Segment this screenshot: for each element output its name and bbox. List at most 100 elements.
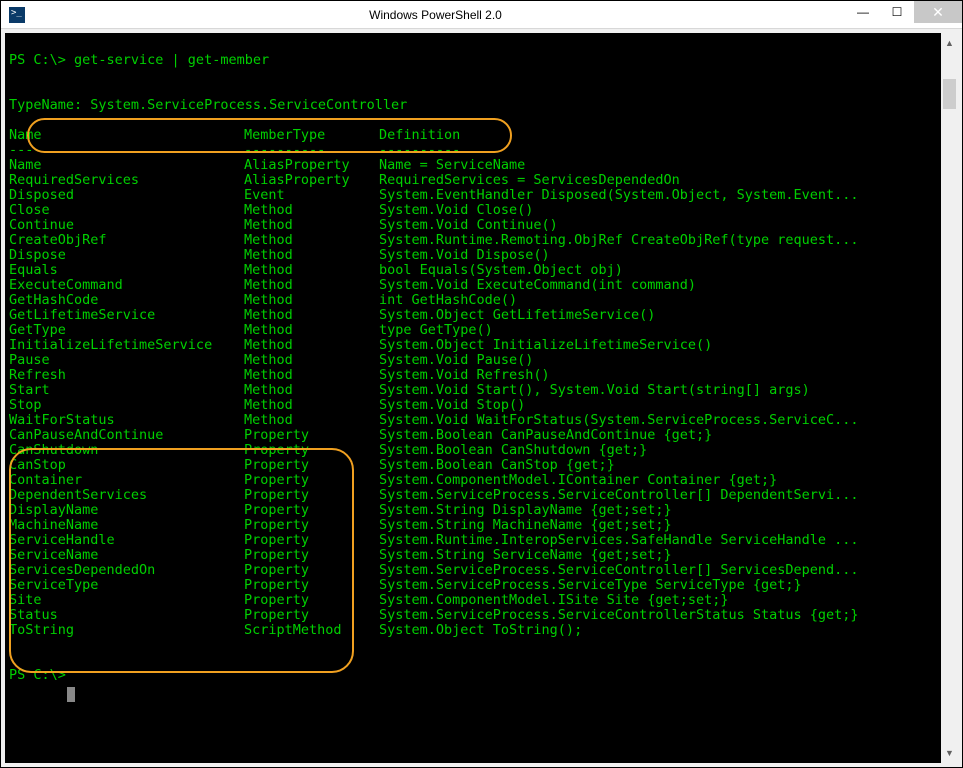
member-type: AliasProperty: [244, 173, 379, 188]
member-definition: System.Object ToString();: [379, 622, 582, 638]
scroll-up-arrow-icon[interactable]: ▲: [941, 33, 958, 53]
table-row: DependentServicesPropertySystem.ServiceP…: [5, 488, 941, 503]
terminal-output[interactable]: PS C:\> get-service | get-member TypeNam…: [5, 33, 941, 763]
member-type: Property: [244, 428, 379, 443]
table-row: StopMethodSystem.Void Stop(): [5, 398, 941, 413]
command-line: PS C:\> get-service | get-member: [5, 53, 941, 68]
member-definition: bool Equals(System.Object obj): [379, 262, 623, 278]
member-definition: System.Boolean CanShutdown {get;}: [379, 442, 647, 458]
member-definition: System.Boolean CanStop {get;}: [379, 457, 615, 473]
member-name: RequiredServices: [9, 173, 244, 188]
table-row: MachineNamePropertySystem.String Machine…: [5, 518, 941, 533]
member-type: Method: [244, 338, 379, 353]
member-name: InitializeLifetimeService: [9, 338, 244, 353]
table-row: CanShutdownPropertySystem.Boolean CanShu…: [5, 443, 941, 458]
table-row: WaitForStatusMethodSystem.Void WaitForSt…: [5, 413, 941, 428]
scroll-track[interactable]: [941, 53, 958, 743]
minimize-button[interactable]: —: [846, 1, 880, 23]
maximize-button[interactable]: ☐: [880, 1, 914, 23]
member-name: CanShutdown: [9, 443, 244, 458]
table-row: GetLifetimeServiceMethodSystem.Object Ge…: [5, 308, 941, 323]
member-name: ServicesDependedOn: [9, 563, 244, 578]
table-row: RefreshMethodSystem.Void Refresh(): [5, 368, 941, 383]
member-name: MachineName: [9, 518, 244, 533]
table-row: CreateObjRefMethodSystem.Runtime.Remotin…: [5, 233, 941, 248]
member-name: Container: [9, 473, 244, 488]
blank-line: [5, 728, 941, 743]
member-name: CanStop: [9, 458, 244, 473]
member-type: Method: [244, 263, 379, 278]
header-membertype: MemberType: [244, 128, 379, 143]
member-definition: Name = ServiceName: [379, 157, 525, 173]
table-row: ContainerPropertySystem.ComponentModel.I…: [5, 473, 941, 488]
member-name: Refresh: [9, 368, 244, 383]
member-type: Method: [244, 218, 379, 233]
window-title: Windows PowerShell 2.0: [25, 8, 846, 22]
scroll-down-arrow-icon[interactable]: ▼: [941, 743, 958, 763]
member-definition: RequiredServices = ServicesDependedOn: [379, 172, 680, 188]
table-row: PauseMethodSystem.Void Pause(): [5, 353, 941, 368]
member-name: ServiceName: [9, 548, 244, 563]
member-name: Dispose: [9, 248, 244, 263]
member-definition: System.Void Continue(): [379, 217, 558, 233]
vertical-scrollbar[interactable]: ▲ ▼: [941, 33, 958, 763]
powershell-icon: [9, 7, 25, 23]
member-definition: System.EventHandler Disposed(System.Obje…: [379, 187, 859, 203]
table-row: ServiceHandlePropertySystem.Runtime.Inte…: [5, 533, 941, 548]
blank-line: [5, 638, 941, 653]
blank-line: [5, 698, 941, 713]
member-name: Disposed: [9, 188, 244, 203]
titlebar[interactable]: Windows PowerShell 2.0 — ☐ ✕: [1, 1, 962, 29]
table-header: NameMemberTypeDefinition: [5, 128, 941, 143]
member-definition: System.ComponentModel.ISite Site {get;se…: [379, 592, 729, 608]
member-definition: System.ServiceProcess.ServiceController[…: [379, 487, 859, 503]
member-definition: System.Runtime.InteropServices.SafeHandl…: [379, 532, 859, 548]
blank-line: [5, 113, 941, 128]
member-name: CanPauseAndContinue: [9, 428, 244, 443]
member-name: GetLifetimeService: [9, 308, 244, 323]
member-definition: System.Void Dispose(): [379, 247, 550, 263]
table-row: GetHashCodeMethodint GetHashCode(): [5, 293, 941, 308]
scroll-thumb[interactable]: [943, 79, 956, 109]
close-button[interactable]: ✕: [914, 1, 962, 23]
member-type: Property: [244, 593, 379, 608]
window-controls: — ☐ ✕: [846, 1, 962, 28]
header-definition: Definition: [379, 127, 460, 143]
member-definition: System.ServiceProcess.ServiceController[…: [379, 562, 859, 578]
table-row: CloseMethodSystem.Void Close(): [5, 203, 941, 218]
table-row: ToStringScriptMethodSystem.Object ToStri…: [5, 623, 941, 638]
member-type: Property: [244, 443, 379, 458]
member-type: AliasProperty: [244, 158, 379, 173]
member-type: Property: [244, 488, 379, 503]
member-name: ServiceType: [9, 578, 244, 593]
member-definition: System.String ServiceName {get;set;}: [379, 547, 672, 563]
text-cursor: [67, 687, 75, 702]
member-name: Continue: [9, 218, 244, 233]
member-name: WaitForStatus: [9, 413, 244, 428]
table-row: StatusPropertySystem.ServiceProcess.Serv…: [5, 608, 941, 623]
member-type: Property: [244, 548, 379, 563]
table-row: ServiceNamePropertySystem.String Service…: [5, 548, 941, 563]
member-type: Method: [244, 353, 379, 368]
member-definition: System.ServiceProcess.ServiceType Servic…: [379, 577, 802, 593]
member-type: Method: [244, 413, 379, 428]
blank-line: [5, 83, 941, 98]
member-type: Property: [244, 458, 379, 473]
member-name: GetHashCode: [9, 293, 244, 308]
table-row: CanPauseAndContinuePropertySystem.Boolea…: [5, 428, 941, 443]
member-type: Method: [244, 293, 379, 308]
member-name: Site: [9, 593, 244, 608]
member-type: Event: [244, 188, 379, 203]
member-type: Property: [244, 473, 379, 488]
member-definition: System.String DisplayName {get;set;}: [379, 502, 672, 518]
member-name: Status: [9, 608, 244, 623]
member-type: Method: [244, 278, 379, 293]
member-name: ToString: [9, 623, 244, 638]
member-type: Method: [244, 323, 379, 338]
table-dashes: ------------------------: [5, 143, 941, 158]
member-definition: int GetHashCode(): [379, 292, 517, 308]
member-name: ExecuteCommand: [9, 278, 244, 293]
member-definition: System.String MachineName {get;set;}: [379, 517, 672, 533]
table-row: StartMethodSystem.Void Start(), System.V…: [5, 383, 941, 398]
table-row: EqualsMethodbool Equals(System.Object ob…: [5, 263, 941, 278]
